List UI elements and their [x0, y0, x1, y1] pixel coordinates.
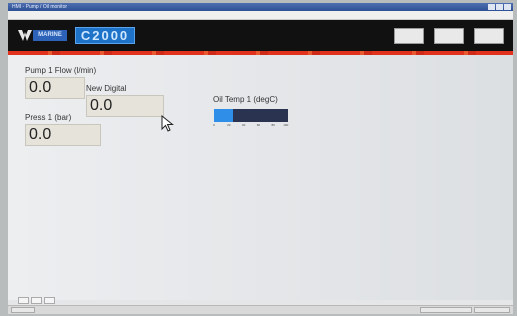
brand-logo: MARINE — [33, 30, 67, 41]
hmi-screen: Pump 1 Flow (l/min) 0.0 New Digital 0.0 … — [8, 55, 513, 300]
press-label: Press 1 (bar) — [25, 113, 72, 122]
new-digital-label: New Digital — [86, 84, 127, 93]
pump-flow-label: Pump 1 Flow (l/min) — [25, 66, 97, 75]
logo-mark-icon — [18, 30, 32, 41]
maximize-button[interactable] — [496, 4, 503, 10]
scale-tick: 80 — [271, 123, 275, 127]
window-title: HMI - Pump / Oil monitor — [12, 4, 68, 10]
app-window: HMI - Pump / Oil monitor MARINE C2000 Pu… — [8, 3, 513, 314]
status-field — [474, 307, 510, 313]
header-button-2[interactable] — [434, 28, 464, 44]
scale-tick: 100 — [283, 123, 289, 127]
page-tab[interactable] — [18, 297, 29, 304]
page-tab[interactable] — [31, 297, 42, 304]
page-tab[interactable] — [44, 297, 55, 304]
scale-tick: 0 — [213, 123, 215, 127]
scale-tick: 40 — [241, 123, 246, 127]
title-bar: HMI - Pump / Oil monitor — [8, 3, 513, 11]
status-bar — [8, 305, 513, 314]
oil-temp-fill — [214, 109, 234, 122]
oil-temp-scale: 0 20 40 60 80 100 — [213, 123, 289, 129]
app-header: MARINE C2000 — [8, 20, 513, 51]
status-field — [11, 307, 35, 313]
menu-bar — [8, 11, 513, 20]
model-badge: C2000 — [75, 27, 135, 44]
oil-temp-bargraph — [214, 109, 288, 122]
minimize-button[interactable] — [488, 4, 495, 10]
new-digital-display: 0.0 — [86, 95, 164, 117]
press-display: 0.0 — [25, 124, 101, 146]
scale-tick: 20 — [227, 123, 231, 127]
page-tabs — [18, 297, 55, 304]
close-button[interactable] — [504, 4, 511, 10]
header-button-3[interactable] — [474, 28, 504, 44]
status-field — [420, 307, 472, 313]
header-button-1[interactable] — [394, 28, 424, 44]
mouse-pointer-icon — [161, 115, 174, 132]
oil-temp-label: Oil Temp 1 (degC) — [213, 95, 278, 104]
scale-tick: 60 — [256, 123, 261, 127]
window-controls — [488, 4, 511, 10]
pump-flow-display: 0.0 — [25, 77, 85, 99]
